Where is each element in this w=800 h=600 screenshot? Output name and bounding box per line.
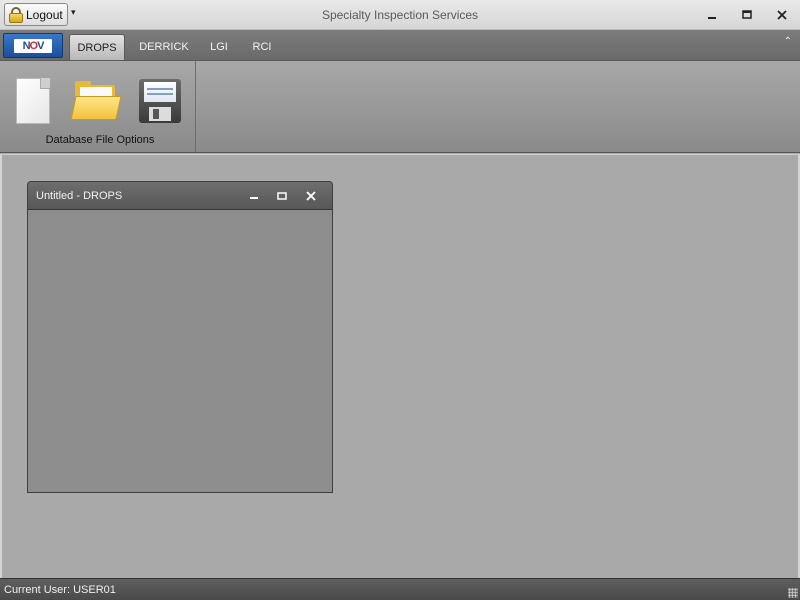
child-window-titlebar[interactable]: Untitled - DROPS bbox=[28, 182, 332, 210]
open-folder-icon bbox=[70, 81, 122, 121]
child-window-title: Untitled - DROPS bbox=[36, 190, 123, 202]
ribbon-panel: Database File Options bbox=[0, 60, 800, 153]
status-bar: Current User: USER01 bbox=[0, 578, 800, 600]
tab-derrick[interactable]: DERRICK bbox=[134, 34, 194, 60]
new-file-fold bbox=[40, 78, 50, 89]
ribbon-collapse-icon[interactable]: ⌃ bbox=[784, 36, 792, 47]
restore-icon bbox=[742, 10, 752, 19]
child-window-drops[interactable]: Untitled - DROPS bbox=[27, 181, 333, 493]
logout-button[interactable]: Logout bbox=[4, 3, 68, 26]
save-disk-icon bbox=[139, 79, 181, 123]
resize-grip-icon[interactable] bbox=[788, 588, 798, 598]
close-icon bbox=[306, 191, 316, 201]
window-titlebar: Logout ▾ Specialty Inspection Services bbox=[0, 0, 800, 30]
child-window-content bbox=[28, 210, 332, 492]
current-user-label: Current User: USER01 bbox=[4, 584, 116, 596]
application-menu-button[interactable]: NOV bbox=[3, 33, 63, 58]
close-icon bbox=[777, 10, 787, 20]
tab-lgi[interactable]: LGI bbox=[203, 34, 235, 60]
app-title: Specialty Inspection Services bbox=[321, 8, 479, 22]
minimize-icon bbox=[708, 17, 716, 19]
group-label: Database File Options bbox=[45, 134, 155, 146]
lock-icon bbox=[9, 6, 23, 23]
nov-logo: NOV bbox=[14, 38, 52, 53]
window-close-button[interactable] bbox=[768, 6, 796, 24]
window-minimize-button[interactable] bbox=[698, 6, 726, 24]
restore-icon bbox=[277, 192, 287, 200]
quick-access-dropdown-icon[interactable]: ▾ bbox=[71, 7, 76, 18]
ribbon-tab-strip: NOV DROPS DERRICK LGI RCI ⌃ bbox=[0, 30, 800, 60]
tab-drops[interactable]: DROPS bbox=[69, 34, 125, 60]
logout-label: Logout bbox=[26, 7, 63, 22]
child-restore-button[interactable] bbox=[273, 187, 291, 205]
child-close-button[interactable] bbox=[302, 187, 320, 205]
window-restore-button[interactable] bbox=[733, 6, 761, 24]
minimize-icon bbox=[250, 197, 258, 199]
tab-rci[interactable]: RCI bbox=[245, 34, 279, 60]
child-minimize-button[interactable] bbox=[245, 187, 263, 205]
